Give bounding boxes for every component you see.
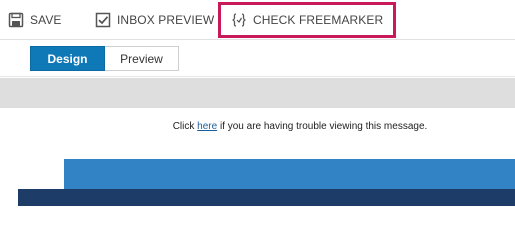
view-online-link[interactable]: here: [197, 121, 217, 132]
check-freemarker-label: CHECK FREEMARKER: [253, 13, 384, 27]
email-canvas: Click here if you are having trouble vie…: [0, 108, 515, 206]
trouble-suffix: if you are having trouble viewing this m…: [217, 121, 428, 132]
tab-preview[interactable]: Preview: [105, 46, 179, 71]
editor-header-strip: [0, 78, 515, 108]
inbox-preview-button[interactable]: INBOX PREVIEW: [95, 0, 214, 40]
save-label: SAVE: [30, 13, 62, 27]
check-freemarker-button[interactable]: CHECK FREEMARKER: [218, 2, 397, 38]
checkbox-icon: [95, 12, 111, 28]
code-braces-icon: [231, 12, 247, 28]
toolbar: SAVE INBOX PREVIEW CHECK FREEMARKER: [0, 0, 515, 40]
inbox-preview-label: INBOX PREVIEW: [117, 13, 215, 27]
trouble-prefix: Click: [172, 121, 198, 132]
tab-design[interactable]: Design: [30, 46, 105, 71]
trouble-viewing-message: Click here if you are having trouble vie…: [0, 121, 515, 132]
save-button[interactable]: SAVE: [8, 0, 62, 40]
save-icon: [8, 12, 24, 28]
email-dark-band: [18, 189, 515, 206]
view-tabs: Design Preview: [0, 40, 515, 77]
